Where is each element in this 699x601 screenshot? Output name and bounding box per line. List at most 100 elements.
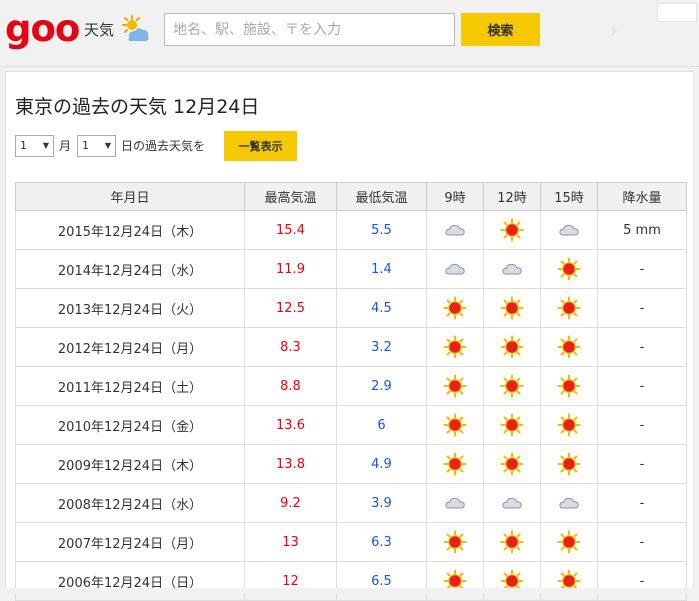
low-temp-cell: 6.5 (336, 561, 427, 601)
sunny-icon (557, 452, 581, 476)
sunny-icon (557, 335, 581, 359)
chevron-right-icon[interactable]: › (610, 18, 618, 42)
rain-cell: - (597, 327, 687, 367)
weather-cell (426, 483, 484, 523)
weather-cell (540, 366, 598, 406)
caret-down-icon: ▼ (104, 141, 111, 150)
page-title: 東京の過去の天気 12月24日 (15, 96, 260, 118)
weather-cell (483, 249, 541, 289)
weather-cell (426, 366, 484, 406)
date-cell: 2014年12月24日（水） (15, 249, 245, 289)
day-select-value: 1 (82, 139, 89, 152)
date-cell: 2008年12月24日（水） (15, 483, 245, 523)
weather-cell (426, 561, 484, 601)
weather-cell (540, 327, 598, 367)
rain-cell: - (597, 561, 687, 601)
sunny-icon (557, 374, 581, 398)
sunny-icon (443, 413, 467, 437)
high-temp-cell: 12.5 (244, 288, 337, 328)
weather-service-label[interactable]: 天気 (84, 19, 114, 40)
weather-cell (483, 327, 541, 367)
weather-cell (483, 288, 541, 328)
show-list-button[interactable]: 一覧表示 (224, 131, 297, 161)
weather-cell (426, 444, 484, 484)
col-header-date: 年月日 (15, 182, 245, 211)
weather-cell (426, 405, 484, 445)
high-temp-cell: 12 (244, 561, 337, 601)
day-select[interactable]: 1 ▼ (77, 135, 116, 157)
goo-logo[interactable]: goo (5, 7, 80, 51)
weather-cell (483, 444, 541, 484)
sunny-icon (500, 413, 524, 437)
table-row: 2008年12月24日（水） 9.2 3.9 - (15, 483, 687, 523)
low-temp-cell: 6 (336, 405, 427, 445)
low-temp-cell: 1.4 (336, 249, 427, 289)
table-row: 2014年12月24日（水） 11.9 1.4 - (15, 249, 687, 289)
cloudy-icon (557, 491, 581, 515)
col-header-low: 最低気温 (336, 182, 427, 211)
sunny-icon (443, 335, 467, 359)
table-row: 2010年12月24日（金） 13.6 6 - (15, 405, 687, 445)
month-label: 月 (59, 139, 72, 153)
cloudy-icon (500, 257, 524, 281)
sunny-icon (443, 530, 467, 554)
col-header-15: 15時 (540, 182, 598, 211)
sunny-icon (500, 374, 524, 398)
table-row: 2009年12月24日（木） 13.8 4.9 - (15, 444, 687, 484)
high-temp-cell: 13.6 (244, 405, 337, 445)
high-temp-cell: 11.9 (244, 249, 337, 289)
low-temp-cell: 4.5 (336, 288, 427, 328)
rain-cell: - (597, 444, 687, 484)
past-weather-table: 年月日 最高気温 最低気温 9時 12時 15時 降水量 2015年12月24日… (15, 182, 687, 601)
weather-cell (540, 210, 598, 250)
high-temp-cell: 9.2 (244, 483, 337, 523)
month-select-value: 1 (20, 139, 27, 152)
weather-cell (426, 288, 484, 328)
table-row: 2015年12月24日（木） 15.4 5.5 5 mm (15, 210, 687, 250)
weather-cell (540, 249, 598, 289)
weather-cell (483, 366, 541, 406)
high-temp-cell: 13.8 (244, 444, 337, 484)
date-cell: 2010年12月24日（金） (15, 405, 245, 445)
site-header: goo 天気 検索 › (0, 0, 699, 67)
sunny-icon (557, 296, 581, 320)
col-header-9: 9時 (426, 182, 484, 211)
low-temp-cell: 5.5 (336, 210, 427, 250)
sunny-icon (557, 530, 581, 554)
sunny-icon (557, 257, 581, 281)
rain-cell: - (597, 522, 687, 562)
weather-cell (540, 288, 598, 328)
high-temp-cell: 15.4 (244, 210, 337, 250)
rain-cell: - (597, 366, 687, 406)
date-cell: 2013年12月24日（火） (15, 288, 245, 328)
high-temp-cell: 13 (244, 522, 337, 562)
caret-down-icon: ▼ (42, 141, 49, 150)
date-cell: 2015年12月24日（木） (15, 210, 245, 250)
header-utility-box[interactable] (657, 3, 697, 22)
col-header-rain: 降水量 (597, 182, 687, 211)
weather-cell (426, 249, 484, 289)
weather-cell (483, 210, 541, 250)
weather-cell (540, 561, 598, 601)
table-header-row: 年月日 最高気温 最低気温 9時 12時 15時 降水量 (15, 182, 687, 211)
date-cell: 2007年12月24日（月） (15, 522, 245, 562)
sunny-icon (557, 413, 581, 437)
month-select[interactable]: 1 ▼ (15, 135, 54, 157)
date-cell: 2009年12月24日（木） (15, 444, 245, 484)
high-temp-cell: 8.8 (244, 366, 337, 406)
search-input[interactable] (164, 13, 455, 46)
sun-cloud-icon (122, 15, 149, 41)
sunny-icon (500, 452, 524, 476)
weather-cell (426, 522, 484, 562)
cloudy-icon (500, 491, 524, 515)
rain-cell: - (597, 483, 687, 523)
rain-cell: 5 mm (597, 210, 687, 250)
rain-cell: - (597, 405, 687, 445)
table-row: 2007年12月24日（月） 13 6.3 - (15, 522, 687, 562)
weather-cell (483, 405, 541, 445)
low-temp-cell: 3.2 (336, 327, 427, 367)
sunny-icon (500, 296, 524, 320)
table-row: 2011年12月24日（土） 8.8 2.9 - (15, 366, 687, 406)
search-button[interactable]: 検索 (461, 13, 540, 46)
date-cell: 2012年12月24日（月） (15, 327, 245, 367)
